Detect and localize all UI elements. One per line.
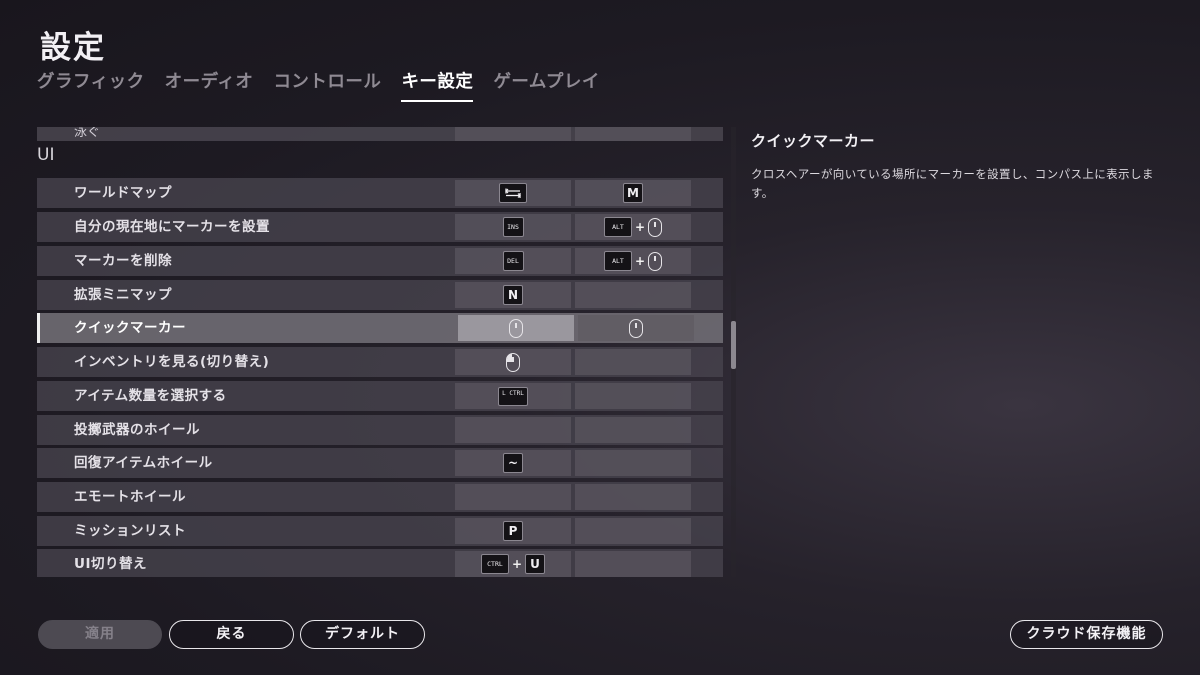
plus-sign: + [511, 557, 523, 571]
row-label: 泳ぐ [74, 127, 101, 140]
detail-title: クイックマーカー [751, 132, 876, 150]
binding-slot-primary[interactable]: ~ [455, 450, 571, 476]
binding-slot-secondary[interactable]: ALT + [575, 248, 691, 274]
key-cap: P [503, 521, 523, 541]
keybinding-row-set-marker[interactable]: 自分の現在地にマーカーを設置 INS ALT + [37, 212, 723, 242]
row-label: 拡張ミニマップ [74, 287, 172, 303]
key-cap: U [525, 554, 546, 574]
section-header-ui: UI [37, 145, 55, 165]
keybinding-row-emote-wheel[interactable]: エモートホイール [37, 482, 723, 512]
row-label: ミッションリスト [74, 523, 186, 539]
key-cap: ALT [603, 217, 632, 237]
binding-slot-secondary[interactable] [575, 450, 691, 476]
keybinding-row-expanded-minimap[interactable]: 拡張ミニマップ N [37, 280, 723, 310]
back-button[interactable]: 戻る [169, 620, 294, 649]
binding-slot-primary[interactable] [455, 127, 571, 141]
keybinding-row-ui-toggle[interactable]: UI切り替え CTRL + U [37, 549, 723, 577]
binding-slot-primary[interactable]: P [455, 518, 571, 544]
binding-slot-primary[interactable]: CTRL + U [455, 551, 571, 577]
mouse-wheel-up-icon [648, 217, 663, 237]
row-label: 自分の現在地にマーカーを設置 [74, 219, 270, 235]
binding-slot-secondary[interactable] [575, 518, 691, 544]
keybinding-row-world-map[interactable]: ワールドマップ M [37, 178, 723, 208]
mouse-left-button-icon [506, 352, 520, 372]
tab-controls[interactable]: コントロール [273, 68, 381, 102]
binding-slot-secondary[interactable] [575, 282, 691, 308]
tab-key-icon [499, 183, 527, 203]
key-cap: CTRL [480, 554, 509, 574]
key-cap: ~ [503, 453, 523, 473]
cloud-save-button[interactable]: クラウド保存機能 [1010, 620, 1163, 649]
detail-description: クロスヘアーが向いている場所にマーカーを設置し、コンパス上に表示します。 [751, 167, 1154, 200]
binding-slot-primary[interactable]: L CTRL [455, 383, 571, 409]
mouse-wheel-down-icon [648, 251, 663, 271]
row-label: マーカーを削除 [74, 253, 172, 269]
mouse-middle-button-icon [509, 318, 523, 338]
keybinding-row-mission-list[interactable]: ミッションリスト P [37, 516, 723, 546]
binding-slot-secondary[interactable] [575, 551, 691, 577]
binding-slot-secondary[interactable] [575, 383, 691, 409]
mouse-icon [629, 318, 643, 338]
row-label: インベントリを見る(切り替え) [74, 354, 270, 370]
key-cap: L CTRL [498, 386, 528, 406]
row-label: クイックマーカー [74, 320, 186, 336]
binding-slot-primary[interactable] [458, 315, 574, 341]
keybinding-row-partial[interactable]: 泳ぐ [37, 127, 723, 141]
key-cap: INS [502, 217, 524, 237]
plus-sign: + [634, 220, 646, 234]
row-label: ワールドマップ [74, 185, 172, 201]
keybinding-row-inventory[interactable]: インベントリを見る(切り替え) [37, 347, 723, 377]
row-label: アイテム数量を選択する [74, 388, 227, 404]
keybinding-list: 泳ぐ UI ワールドマップ M 自分の現在地にマーカーを設置 INS ALT +… [37, 127, 723, 577]
keybinding-row-quick-marker[interactable]: クイックマーカー [37, 313, 723, 343]
keybinding-row-heal-wheel[interactable]: 回復アイテムホイール ~ [37, 448, 723, 478]
binding-slot-secondary[interactable] [575, 349, 691, 375]
row-label: UI切り替え [74, 556, 147, 572]
binding-slot-secondary[interactable] [575, 417, 691, 443]
plus-sign: + [634, 254, 646, 268]
keybinding-row-throwable-wheel[interactable]: 投擲武器のホイール [37, 415, 723, 445]
binding-slot-primary[interactable] [455, 180, 571, 206]
keybinding-row-delete-marker[interactable]: マーカーを削除 DEL ALT + [37, 246, 723, 276]
binding-slot-primary[interactable] [455, 349, 571, 375]
binding-slot-secondary[interactable] [578, 315, 694, 341]
row-label: 回復アイテムホイール [74, 455, 213, 471]
row-label: 投擲武器のホイール [74, 422, 200, 438]
tab-graphics[interactable]: グラフィック [37, 68, 145, 102]
tab-gameplay[interactable]: ゲームプレイ [493, 68, 599, 102]
binding-slot-primary[interactable]: INS [455, 214, 571, 240]
key-cap: N [503, 285, 523, 305]
binding-slot-primary[interactable]: DEL [455, 248, 571, 274]
page-title: 設定 [40, 30, 106, 66]
binding-slot-secondary[interactable]: ALT + [575, 214, 691, 240]
tab-arrows-icon [505, 188, 521, 198]
binding-slot-primary[interactable] [455, 484, 571, 510]
key-cap: M [623, 183, 643, 203]
binding-slot-primary[interactable] [455, 417, 571, 443]
binding-slot-secondary[interactable] [575, 127, 691, 141]
tab-audio[interactable]: オーディオ [165, 68, 254, 102]
binding-slot-secondary[interactable] [575, 484, 691, 510]
binding-slot-primary[interactable]: N [455, 282, 571, 308]
settings-tabs: グラフィック オーディオ コントロール キー設定 ゲームプレイ [37, 68, 620, 102]
tab-keybindings[interactable]: キー設定 [401, 68, 474, 102]
scrollbar-thumb[interactable] [731, 321, 736, 369]
key-cap: ALT [603, 251, 632, 271]
row-label: エモートホイール [74, 489, 186, 505]
keybinding-row-item-quantity[interactable]: アイテム数量を選択する L CTRL [37, 381, 723, 411]
binding-slot-secondary[interactable]: M [575, 180, 691, 206]
apply-button[interactable]: 適用 [38, 620, 162, 649]
default-button[interactable]: デフォルト [300, 620, 425, 649]
key-cap: DEL [502, 251, 524, 271]
